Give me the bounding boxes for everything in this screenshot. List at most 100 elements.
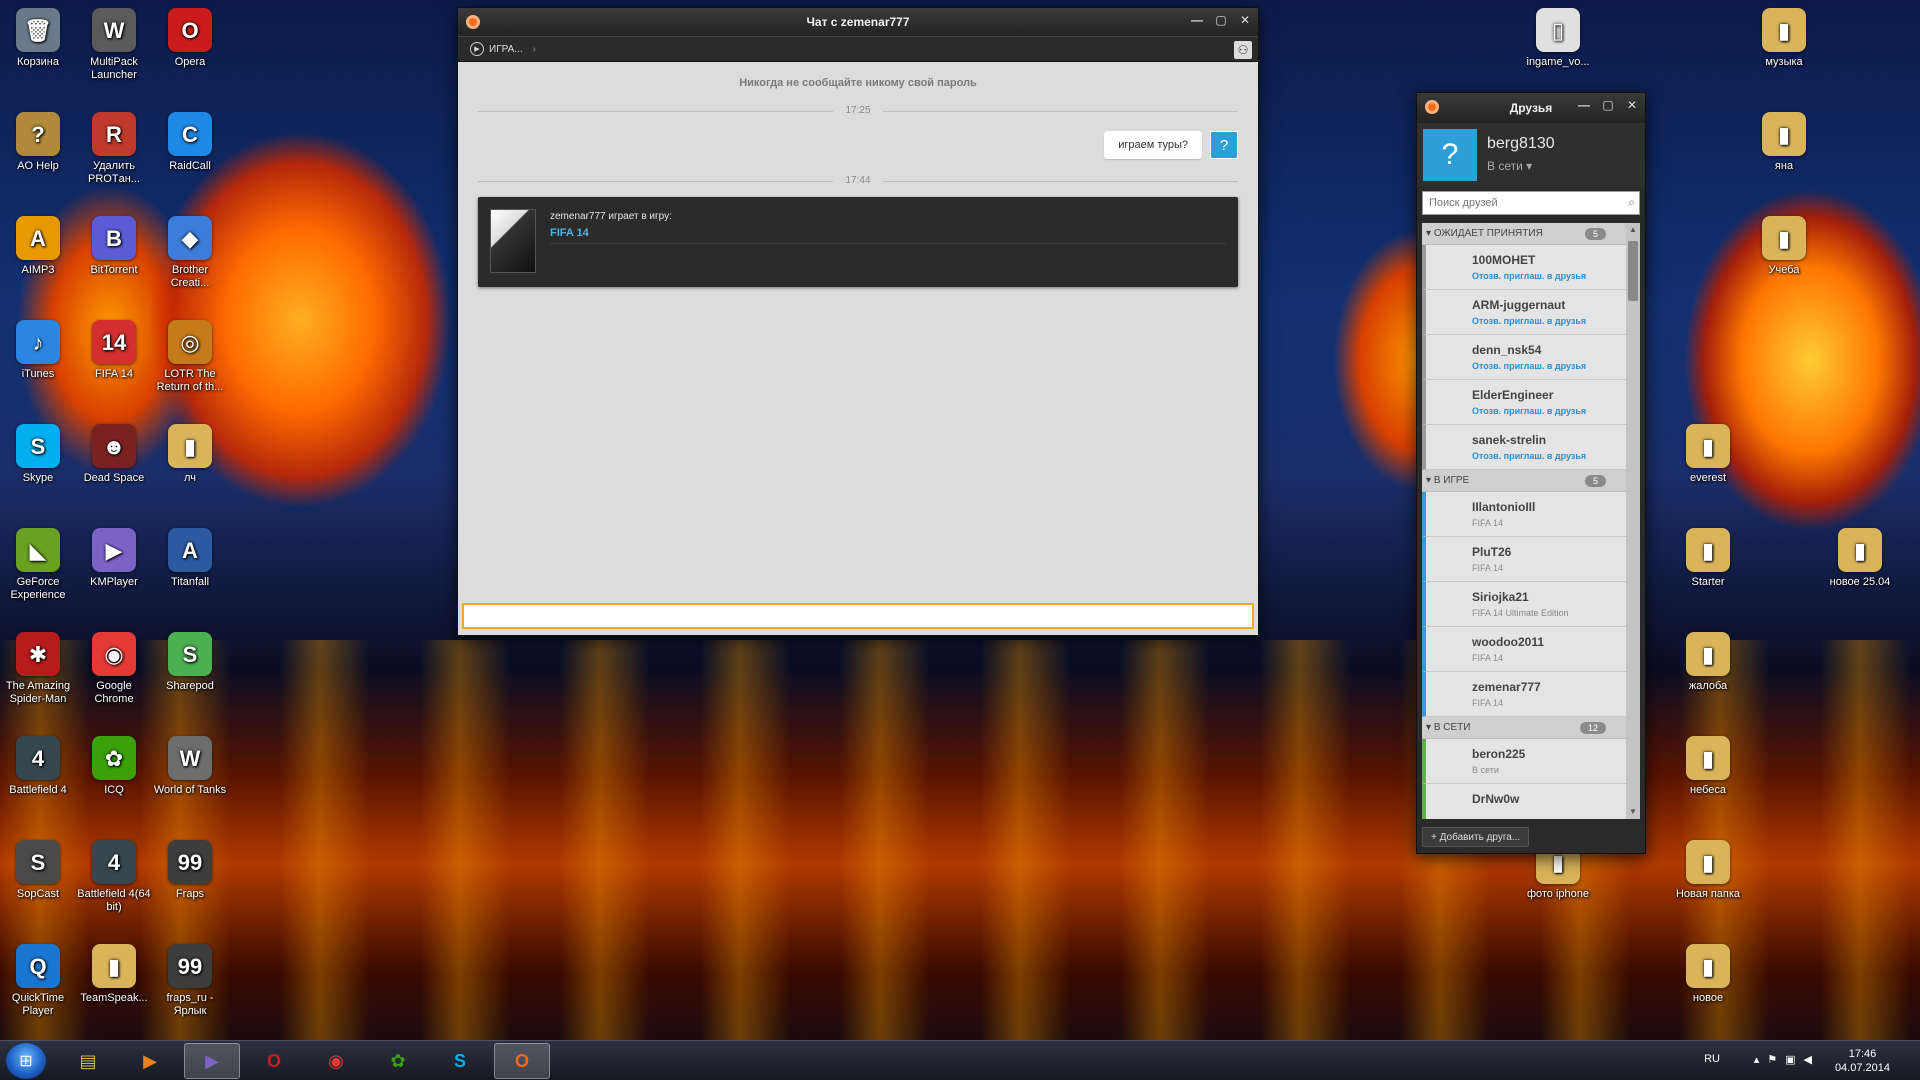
tray-icons[interactable]: ▴⚑▣◀ — [1754, 1053, 1820, 1066]
maximize-icon[interactable]: ▢ — [1214, 13, 1228, 27]
my-avatar-icon[interactable]: ? — [1423, 129, 1477, 181]
desktop-icon[interactable]: 4 Battlefield 4 — [0, 736, 76, 797]
taskbar-skype-button[interactable]: S — [432, 1043, 488, 1079]
desktop-icon[interactable]: ◎ LOTR The Return of th... — [152, 320, 228, 394]
friend-row[interactable]: denn_nsk54 Отозв. приглаш. в друзья — [1422, 335, 1626, 380]
friend-status[interactable]: Отозв. приглаш. в друзья — [1472, 271, 1586, 281]
friend-group-header[interactable]: ▾ В СЕТИ 12 — [1422, 717, 1626, 739]
desktop-icon[interactable]: ✱ The Amazing Spider-Man — [0, 632, 76, 706]
play-icon[interactable]: ▶ — [470, 42, 484, 56]
taskbar-origin-button[interactable]: O — [494, 1043, 550, 1079]
start-button[interactable]: ⊞ — [6, 1043, 46, 1079]
friend-row[interactable]: Siriojka21 FIFA 14 Ultimate Edition — [1422, 582, 1626, 627]
friend-row[interactable]: woodoo2011 FIFA 14 — [1422, 627, 1626, 672]
friends-list[interactable]: ▾ ОЖИДАЕТ ПРИНЯТИЯ 5 100MOHET Отозв. пригла… — [1422, 223, 1640, 819]
taskbar-media-player-button[interactable]: ▶ — [122, 1043, 178, 1079]
chat-titlebar[interactable]: Чат с zemenar777 — ▢ ✕ — [458, 8, 1258, 36]
close-icon[interactable]: ✕ — [1625, 98, 1639, 112]
desktop-icon[interactable]: ▮ новое 25.04 — [1822, 528, 1898, 589]
desktop-icon[interactable]: ◣ GeForce Experience — [0, 528, 76, 602]
desktop-icon[interactable]: ▮ яна — [1746, 112, 1822, 173]
profile-icon[interactable]: ⚇ — [1234, 41, 1252, 59]
desktop-icon[interactable]: O Opera — [152, 8, 228, 69]
desktop-icon[interactable]: C RaidCall — [152, 112, 228, 173]
desktop-icon[interactable]: Q QuickTime Player — [0, 944, 76, 1018]
taskbar-chrome-button[interactable]: ◉ — [308, 1043, 364, 1079]
desktop-icon[interactable]: ▮ Новая папка — [1670, 840, 1746, 901]
desktop-icon[interactable]: ◆ Brother Creati... — [152, 216, 228, 290]
scroll-thumb[interactable] — [1628, 241, 1638, 301]
desktop-icon[interactable]: ? AO Help — [0, 112, 76, 173]
friend-row[interactable]: DrNw0w — [1422, 784, 1626, 819]
desktop-icon[interactable]: ✿ ICQ — [76, 736, 152, 797]
desktop-icon[interactable]: ▶ KMPlayer — [76, 528, 152, 589]
desktop-icon[interactable]: ◉ Google Chrome — [76, 632, 152, 706]
my-status-dropdown[interactable]: В сети ▾ — [1487, 159, 1532, 173]
friends-titlebar[interactable]: Друзья — ▢ ✕ — [1417, 93, 1645, 123]
desktop-icon[interactable]: ▮ жалоба — [1670, 632, 1746, 693]
maximize-icon[interactable]: ▢ — [1601, 98, 1615, 112]
friend-row[interactable]: IIlantonioIIl FIFA 14 — [1422, 492, 1626, 537]
desktop-icon[interactable]: A AIMP3 — [0, 216, 76, 277]
desktop-icon[interactable]: 99 fraps_ru - Ярлык — [152, 944, 228, 1018]
desktop-icon[interactable]: A Titanfall — [152, 528, 228, 589]
desktop-icon[interactable]: B BitTorrent — [76, 216, 152, 277]
minimize-icon[interactable]: — — [1190, 13, 1204, 27]
desktop-icon[interactable]: ▮ everest — [1670, 424, 1746, 485]
desktop-icon[interactable]: ▮ лч — [152, 424, 228, 485]
friend-status[interactable]: Отозв. приглаш. в друзья — [1472, 451, 1586, 461]
desktop-icon[interactable]: 4 Battlefield 4(64 bit) — [76, 840, 152, 914]
friend-status[interactable]: Отозв. приглаш. в друзья — [1472, 406, 1586, 416]
game-cover-image[interactable] — [490, 209, 536, 273]
close-icon[interactable]: ✕ — [1238, 13, 1252, 27]
friends-scrollbar[interactable]: ▲ ▼ — [1626, 223, 1640, 819]
desktop-icon[interactable]: 🗑 Корзина — [0, 8, 76, 69]
desktop-icon[interactable]: ▮ музыка — [1746, 8, 1822, 69]
chat-history[interactable]: Никогда не сообщайте никому свой пароль … — [458, 63, 1258, 597]
desktop-icon[interactable]: R Удалить PROTан... — [76, 112, 152, 186]
language-indicator[interactable]: RU — [1704, 1053, 1720, 1065]
taskbar-kmplayer-button[interactable]: ▶ — [184, 1043, 240, 1079]
desktop-icon[interactable]: ♪ iTunes — [0, 320, 76, 381]
friend-group-header[interactable]: ▾ ОЖИДАЕТ ПРИНЯТИЯ 5 — [1422, 223, 1626, 245]
clock[interactable]: 17:46 04.07.2014 — [1835, 1047, 1890, 1075]
desktop-icon[interactable]: ▮ Starter — [1670, 528, 1746, 589]
chat-message-input[interactable] — [462, 603, 1254, 629]
desktop-icon[interactable]: ▯ ingame_vo... — [1520, 8, 1596, 69]
volume-icon[interactable]: ◀ — [1804, 1054, 1820, 1066]
scroll-down-icon[interactable]: ▼ — [1626, 805, 1640, 819]
desktop-icon[interactable]: ☻ Dead Space — [76, 424, 152, 485]
friend-row[interactable]: 100MOHET Отозв. приглаш. в друзья — [1422, 245, 1626, 290]
desktop-icon[interactable]: ▮ Учеба — [1746, 216, 1822, 277]
taskbar-icq-button[interactable]: ✿ — [370, 1043, 426, 1079]
friend-status[interactable]: Отозв. приглаш. в друзья — [1472, 361, 1586, 371]
minimize-icon[interactable]: — — [1577, 98, 1591, 112]
tray-arrow-icon[interactable]: ▴ — [1754, 1054, 1768, 1066]
desktop-icon[interactable]: 14 FIFA 14 — [76, 320, 152, 381]
scroll-up-icon[interactable]: ▲ — [1626, 223, 1640, 237]
chevron-right-icon[interactable]: › — [533, 44, 536, 55]
desktop-icon[interactable]: S Sharepod — [152, 632, 228, 693]
friend-row[interactable]: PluT26 FIFA 14 — [1422, 537, 1626, 582]
desktop-icon[interactable]: ▮ новое — [1670, 944, 1746, 1005]
desktop-icon[interactable]: 99 Fraps — [152, 840, 228, 901]
friend-row[interactable]: ARM-juggernaut Отозв. приглаш. в друзья — [1422, 290, 1626, 335]
desktop-icon[interactable]: S Skype — [0, 424, 76, 485]
taskbar-explorer-button[interactable]: ▤ — [60, 1043, 116, 1079]
game-menu-button[interactable]: ИГРА... — [489, 44, 523, 55]
desktop-icon[interactable]: ▮ TeamSpeak... — [76, 944, 152, 1005]
friend-row[interactable]: zemenar777 FIFA 14 — [1422, 672, 1626, 717]
taskbar-opera-button[interactable]: O — [246, 1043, 302, 1079]
friend-search-input[interactable] — [1423, 192, 1639, 214]
friend-group-header[interactable]: ▾ В ИГРЕ 5 — [1422, 470, 1626, 492]
desktop-icon[interactable]: ▮ небеса — [1670, 736, 1746, 797]
friend-status[interactable]: Отозв. приглаш. в друзья — [1472, 316, 1586, 326]
network-icon[interactable]: ▣ — [1785, 1054, 1803, 1066]
friend-row[interactable]: ElderEngineer Отозв. приглаш. в друзья — [1422, 380, 1626, 425]
game-title-link[interactable]: FIFA 14 — [550, 227, 589, 239]
friend-row[interactable]: beron225 В сети — [1422, 739, 1626, 784]
desktop-icon[interactable]: S SopCast — [0, 840, 76, 901]
flag-icon[interactable]: ⚑ — [1767, 1054, 1785, 1066]
friend-row[interactable]: sanek-strelin Отозв. приглаш. в друзья — [1422, 425, 1626, 470]
search-icon[interactable]: ⌕ — [1628, 195, 1635, 210]
